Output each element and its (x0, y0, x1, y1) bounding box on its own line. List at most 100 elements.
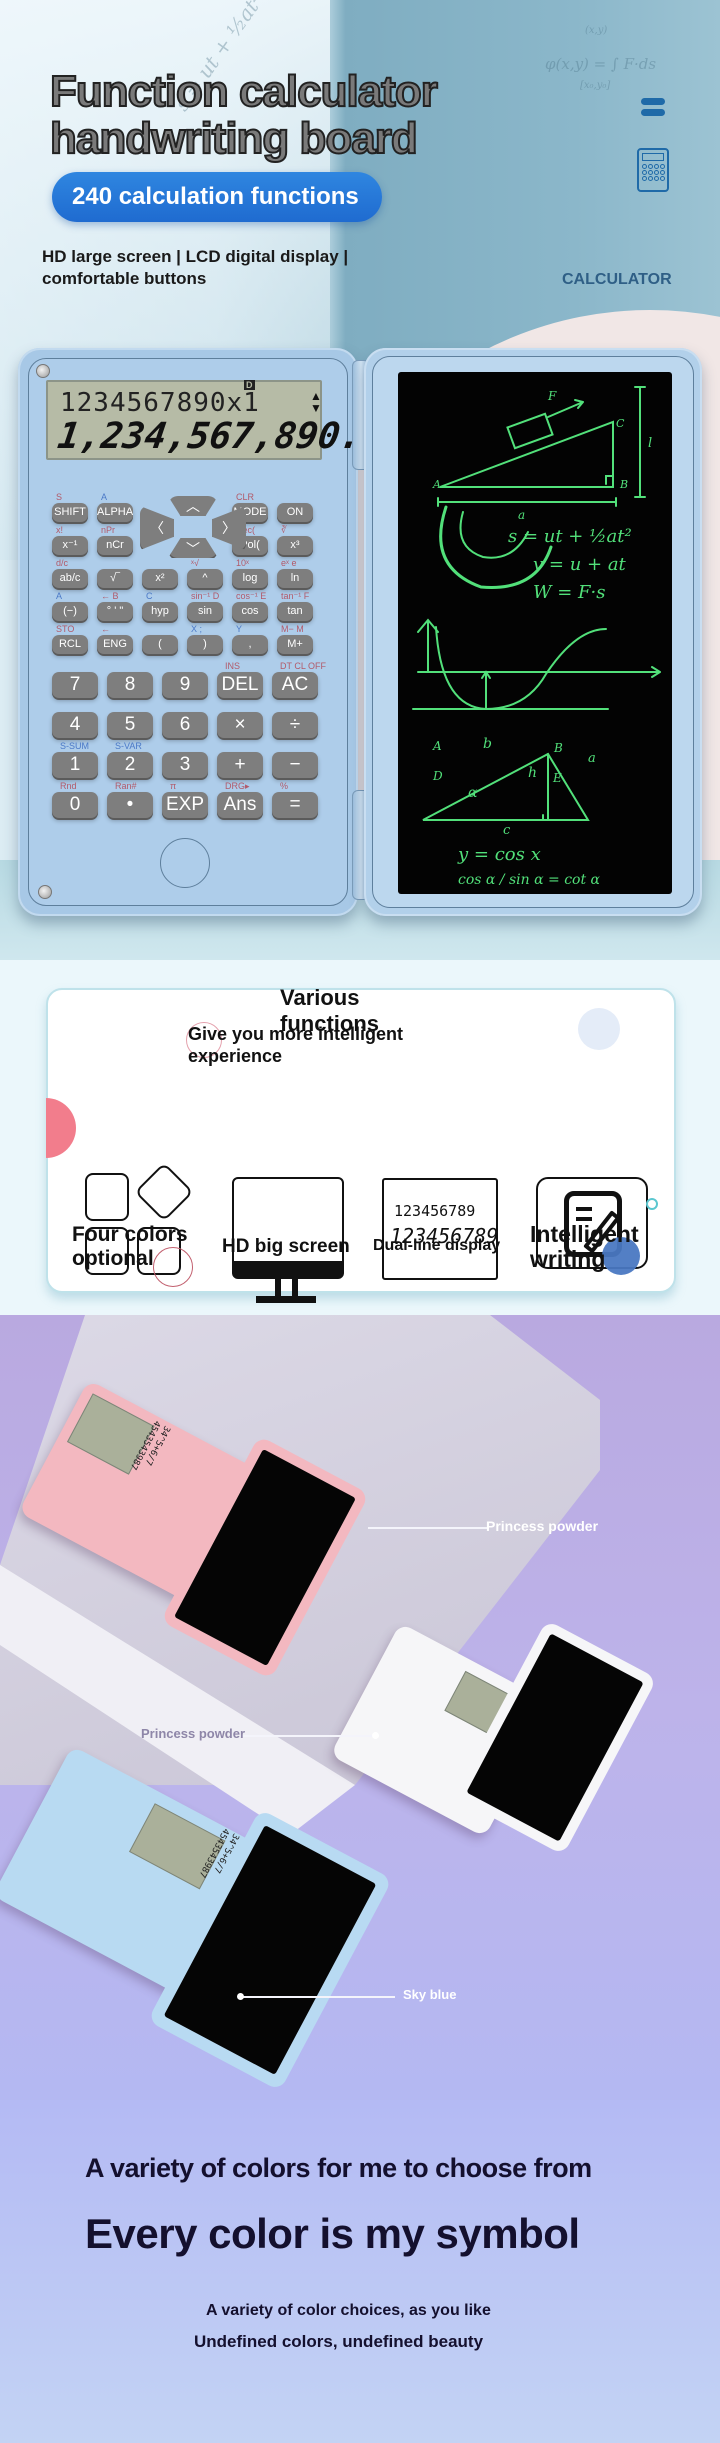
key-shift-label: S-VAR (115, 741, 142, 751)
callout-line-pink (368, 1527, 488, 1529)
menu-icon[interactable] (641, 98, 665, 118)
pale-circle-decoration (578, 1008, 620, 1050)
calculator-lcd: D 1234567890x1 1,234,567,890. ▲ ▼ (46, 380, 364, 460)
key-func[interactable]: x⁻¹ (52, 536, 88, 555)
key-shift-label: X ; (191, 624, 203, 634)
key-func[interactable]: sin (187, 602, 223, 621)
clear-board-button[interactable] (160, 838, 210, 888)
key-shift-label: CLR (236, 492, 255, 502)
board-tri-label-a: A (432, 739, 442, 753)
key-func[interactable]: ln (277, 569, 313, 588)
scribble-bound: [x₀,y₀] (580, 80, 611, 91)
teal-ring-decoration (646, 1198, 658, 1210)
key-num[interactable]: 5 (107, 712, 153, 738)
board-tri-label-b-vertex: B (553, 741, 563, 755)
key-shift-label: nPr (101, 525, 116, 535)
key-num[interactable]: − (272, 752, 318, 778)
key-shift-label: 10ˣ (236, 558, 249, 568)
callout-label-blue: Sky blue (403, 1987, 457, 2002)
key-num[interactable]: 4 (52, 712, 98, 738)
key-num[interactable]: AC (272, 672, 318, 698)
board-equation-2: v = u + at (533, 554, 627, 575)
key-num[interactable]: 2 (107, 752, 153, 778)
board-tri-label-b: b (483, 736, 492, 752)
key-func[interactable]: nCr (97, 536, 133, 555)
calculator-icon (637, 148, 669, 192)
board-tri-label-d: D (432, 769, 443, 783)
key-shift-label: A (56, 591, 63, 601)
hero-title-line1: Function calculator (49, 67, 439, 116)
key-num[interactable]: EXP (162, 792, 208, 818)
key-num[interactable]: 9 (162, 672, 208, 698)
key-func[interactable]: ^ (187, 569, 223, 588)
key-func[interactable]: ab/c (52, 569, 88, 588)
key-func[interactable]: , (232, 635, 268, 654)
key-func[interactable]: ( (142, 635, 178, 654)
board-label-a-vertex: A (432, 478, 441, 491)
key-func[interactable]: log (232, 569, 268, 588)
screw-top (36, 364, 50, 378)
key-func[interactable]: cos (232, 602, 268, 621)
board-label-c-vertex: C (616, 417, 625, 430)
screw-bottom (38, 885, 52, 899)
key-shift-label: A (101, 492, 108, 502)
key-shift-label: Ran# (115, 781, 137, 791)
dual-line-sample-1: 123456789 (394, 1202, 476, 1220)
key-num[interactable]: • (107, 792, 153, 818)
key-num[interactable]: 6 (162, 712, 208, 738)
key-func[interactable]: RCL (52, 635, 88, 654)
key-num[interactable]: = (272, 792, 318, 818)
key-shift-label: S-SUM (60, 741, 89, 751)
board-equation-1: s = ut + ½at² (508, 526, 632, 547)
board-tri-label-alpha: α (468, 785, 478, 801)
board-formula-cos: y = cos x (457, 844, 541, 865)
key-func[interactable]: x² (142, 569, 178, 588)
monitor-icon (230, 1177, 345, 1303)
key-shift-label: x! (56, 525, 64, 535)
slogan-section: A variety of colors for me to choose fro… (0, 2100, 720, 2443)
key-func[interactable]: M+ (277, 635, 313, 654)
key-func[interactable]: ° ' " (97, 602, 133, 621)
feature-intelligent-writing: Intelligent writing (530, 1221, 639, 1272)
key-num[interactable]: DEL (217, 672, 263, 698)
key-num[interactable]: + (217, 752, 263, 778)
board-label-b-vertex: B (619, 478, 628, 491)
key-num[interactable]: Ans (217, 792, 263, 818)
key-func[interactable]: SHIFT (52, 503, 88, 522)
key-num[interactable]: 8 (107, 672, 153, 698)
callout-label-white: Princess powder (141, 1726, 246, 1741)
key-shift-label: Y (236, 624, 243, 634)
key-func[interactable]: ALPHA (97, 503, 133, 522)
key-func[interactable]: ) (187, 635, 223, 654)
key-num[interactable]: 3 (162, 752, 208, 778)
feature-four-colors: Four colors optional (72, 1223, 188, 1270)
color-showcase-section: 34^5+6/74543543987 34^5+6/74543543987 34… (0, 1315, 720, 2100)
key-num[interactable]: 1 (52, 752, 98, 778)
key-num[interactable]: 7 (52, 672, 98, 698)
key-shift-label: DRG▸ (225, 781, 250, 791)
slogan-heading-2: Every color is my symbol (85, 2210, 580, 2257)
hero-section: φ(x,y) = ∫ F·ds [x₀,y₀] (x,y) s = ut + ½… (0, 0, 720, 960)
key-shift-label: % (280, 781, 289, 791)
key-func[interactable]: hyp (142, 602, 178, 621)
key-func[interactable]: √‾ (97, 569, 133, 588)
functions-pill: 240 calculation functions (52, 172, 382, 222)
feature-dual-line: Dual-line display (373, 1237, 501, 1254)
key-shift-label: tan⁻¹ F (281, 591, 310, 601)
slogan-line-1: A variety of color choices, as you like (206, 2302, 491, 2319)
key-func[interactable]: x³ (277, 536, 313, 555)
key-num[interactable]: × (217, 712, 263, 738)
key-num[interactable]: 0 (52, 792, 98, 818)
lcd-writing-board[interactable]: A B C F l a s = ut + ½at² v = u + at W =… (398, 372, 672, 894)
key-num[interactable]: ÷ (272, 712, 318, 738)
key-func[interactable]: ON (277, 503, 313, 522)
key-shift-label: S (56, 492, 63, 502)
scribble-formula: φ(x,y) = ∫ F·ds (545, 55, 657, 73)
key-shift-label: π (170, 781, 177, 791)
key-shift-label: ← B (101, 591, 119, 601)
key-func[interactable]: ENG (97, 635, 133, 654)
board-tri-label-a-side: a (588, 751, 596, 766)
key-func[interactable]: (−) (52, 602, 88, 621)
callout-dot-blue (237, 1993, 244, 2000)
key-func[interactable]: tan (277, 602, 313, 621)
